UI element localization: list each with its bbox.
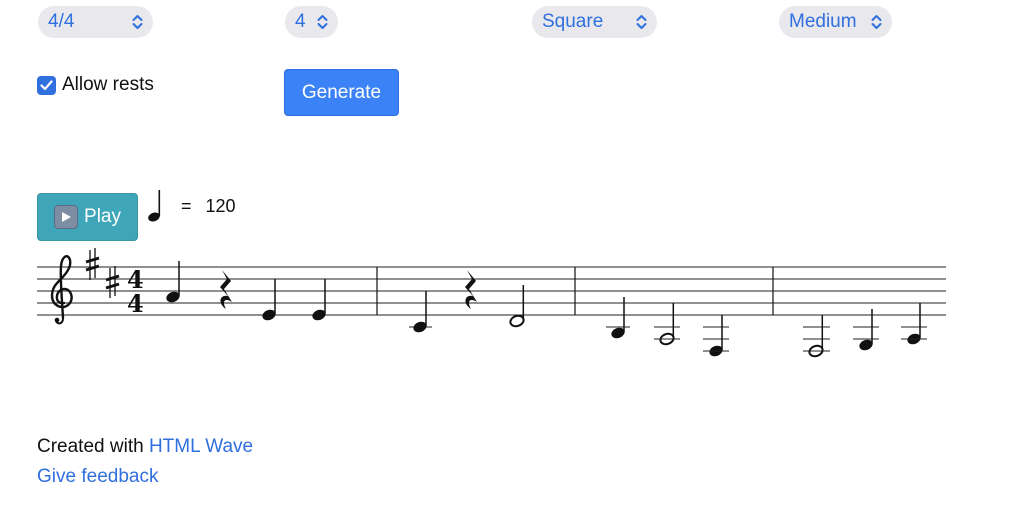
- generate-button[interactable]: Generate: [284, 69, 399, 116]
- chevron-up-down-icon: [132, 14, 143, 30]
- note: [901, 303, 927, 345]
- note: [262, 279, 276, 321]
- measures-value: 4: [295, 11, 306, 32]
- allow-rests-label: Allow rests: [62, 74, 154, 95]
- chevron-up-down-icon: [317, 14, 328, 30]
- time-signature: 4 4: [127, 265, 144, 318]
- sharp-icon: [105, 266, 120, 298]
- tempo-marking: = 120: [147, 186, 236, 226]
- note: [312, 279, 326, 321]
- quarter-note-icon: [148, 190, 161, 222]
- time-signature-bottom: 4: [127, 289, 144, 318]
- play-icon: [54, 205, 79, 229]
- music-staff: 4 4: [37, 248, 946, 358]
- measures-select[interactable]: 4: [285, 6, 338, 38]
- play-label: Play: [84, 206, 121, 227]
- half-note: [803, 315, 830, 358]
- difficulty-select[interactable]: Medium: [779, 6, 892, 38]
- allow-rests-checkbox[interactable]: [37, 75, 56, 95]
- tempo-value: 120: [205, 195, 236, 216]
- time-signature-select[interactable]: 4/4: [38, 6, 153, 38]
- time-signature-value: 4/4: [48, 11, 75, 32]
- waveform-value: Square: [542, 11, 604, 32]
- waveform-select[interactable]: Square: [532, 6, 657, 38]
- note: [703, 315, 729, 357]
- allow-rests-option: Allow rests: [37, 74, 154, 96]
- staff-lines: [37, 266, 946, 316]
- feedback-line: Give feedback: [37, 466, 158, 488]
- note: [409, 291, 432, 333]
- tempo-equals: =: [181, 195, 192, 216]
- credits-prefix: Created with: [37, 436, 144, 457]
- html-wave-link[interactable]: HTML Wave: [149, 436, 253, 457]
- checkmark-icon: [40, 79, 53, 90]
- credits-line: Created with HTML Wave: [37, 436, 253, 458]
- treble-clef-icon: [50, 255, 73, 325]
- chevron-up-down-icon: [636, 14, 647, 30]
- half-note: [654, 303, 680, 346]
- difficulty-value: Medium: [789, 11, 857, 32]
- sharp-icon: [85, 248, 100, 280]
- feedback-link[interactable]: Give feedback: [37, 466, 158, 487]
- chevron-up-down-icon: [871, 14, 882, 30]
- play-button[interactable]: Play: [37, 193, 138, 241]
